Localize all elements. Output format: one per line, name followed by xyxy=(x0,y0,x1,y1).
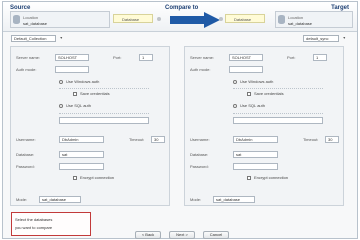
header-bar: Source Compare to Target Location sat_da… xyxy=(3,2,357,32)
database-icon xyxy=(278,15,285,24)
encrypt-label: Encrypt connection xyxy=(254,175,289,180)
auth-mode-label: Auth mode: xyxy=(190,67,211,72)
source-collection-select[interactable]: Default_Collection xyxy=(11,35,56,42)
mode-field[interactable]: sat_database xyxy=(39,196,81,203)
compare-title: Compare to xyxy=(165,5,199,11)
server-name-label: Server name: xyxy=(190,55,215,60)
target-version-box[interactable]: Database xyxy=(225,14,265,23)
divider xyxy=(233,88,323,89)
username-label: Username: xyxy=(190,137,210,142)
target-conn-name: sat_database xyxy=(288,21,313,26)
chevron-down-icon[interactable]: ▾ xyxy=(343,35,345,40)
username-field[interactable]: DbAdmin xyxy=(233,136,278,143)
sql-auth-radio[interactable] xyxy=(233,104,237,108)
target-conn-label: Location xyxy=(288,15,304,20)
encrypt-checkbox[interactable] xyxy=(73,176,77,180)
compare-arrow-icon xyxy=(170,12,222,28)
port-label: Port: xyxy=(287,55,296,60)
windows-auth-radio[interactable] xyxy=(59,80,63,84)
source-selector-row: Default_Collection ▾ xyxy=(11,35,62,43)
timeout-field[interactable]: 30 xyxy=(325,136,339,143)
divider xyxy=(59,88,149,89)
encrypt-checkbox[interactable] xyxy=(247,176,251,180)
back-button[interactable]: < Back xyxy=(135,231,161,239)
auth-mode-field[interactable] xyxy=(229,66,263,73)
encrypt-label: Encrypt connection xyxy=(80,175,115,180)
save-credentials-label: Save credentials xyxy=(80,91,110,96)
sql-auth-radio[interactable] xyxy=(59,104,63,108)
source-conn-label: Location xyxy=(23,15,39,20)
sql-auth-label: Use SQL auth xyxy=(66,103,91,108)
database-field[interactable]: sat xyxy=(59,151,104,158)
database-label: Database: xyxy=(16,152,35,157)
windows-auth-label: Use Windows auth xyxy=(240,79,274,84)
chevron-down-icon[interactable]: ▾ xyxy=(60,35,62,40)
compare-dialog: Source Compare to Target Location sat_da… xyxy=(2,1,358,239)
auth-detail-field[interactable] xyxy=(233,117,323,124)
separator-dot-icon xyxy=(219,17,223,21)
save-credentials-label: Save credentials xyxy=(254,91,284,96)
mode-label: Mode: xyxy=(16,197,28,202)
username-label: Username: xyxy=(16,137,36,142)
auth-mode-field[interactable] xyxy=(55,66,89,73)
password-field[interactable] xyxy=(59,163,104,170)
source-version-box[interactable]: Database xyxy=(113,14,153,23)
target-version-text: Database xyxy=(234,17,252,22)
sql-auth-label: Use SQL auth xyxy=(240,103,265,108)
save-credentials-checkbox[interactable] xyxy=(247,92,251,96)
target-connection[interactable]: Location sat_database xyxy=(275,11,353,28)
database-label: Database: xyxy=(190,152,209,157)
windows-auth-label: Use Windows auth xyxy=(66,79,100,84)
timeout-field[interactable]: 30 xyxy=(151,136,165,143)
auth-detail-field[interactable] xyxy=(59,117,149,124)
password-label: Password: xyxy=(190,164,209,169)
source-settings-panel: Server name: SOLHOST Port: 1 Auth mode: … xyxy=(10,46,170,206)
server-name-field[interactable]: SOLHOST xyxy=(55,54,89,61)
mode-label: Mode: xyxy=(190,197,202,202)
source-conn-name: sat_database xyxy=(23,21,48,26)
save-credentials-checkbox[interactable] xyxy=(73,92,77,96)
port-label: Port: xyxy=(113,55,122,60)
note-line-2: you want to compare xyxy=(15,225,53,230)
username-field[interactable]: DbAdmin xyxy=(59,136,104,143)
password-label: Password: xyxy=(16,164,35,169)
mode-field[interactable]: sat_database xyxy=(213,196,255,203)
divider xyxy=(59,113,149,114)
target-settings-panel: Server name: SOLHOST Port: 1 Auth mode: … xyxy=(184,46,344,206)
target-sync-select[interactable]: default_sync xyxy=(303,35,339,42)
separator-dot-icon xyxy=(157,17,161,21)
next-button[interactable]: Next > xyxy=(169,231,195,239)
divider xyxy=(233,113,323,114)
source-connection[interactable]: Location sat_database xyxy=(10,11,110,28)
windows-auth-radio[interactable] xyxy=(233,80,237,84)
source-version-text: Database xyxy=(122,17,140,22)
server-name-field[interactable]: SOLHOST xyxy=(229,54,263,61)
target-selector-row: default_sync ▾ xyxy=(303,35,345,43)
note-line-1: Select the databases xyxy=(15,217,53,222)
password-field[interactable] xyxy=(233,163,278,170)
auth-mode-label: Auth mode: xyxy=(16,67,37,72)
timeout-label: Timeout: xyxy=(129,137,145,142)
timeout-label: Timeout: xyxy=(303,137,319,142)
port-field[interactable]: 1 xyxy=(139,54,153,61)
server-name-label: Server name: xyxy=(16,55,41,60)
database-icon xyxy=(13,15,20,24)
cancel-button[interactable]: Cancel xyxy=(203,231,229,239)
database-field[interactable]: sat xyxy=(233,151,278,158)
port-field[interactable]: 1 xyxy=(313,54,327,61)
instruction-note: Select the databases you want to compare xyxy=(11,212,91,236)
